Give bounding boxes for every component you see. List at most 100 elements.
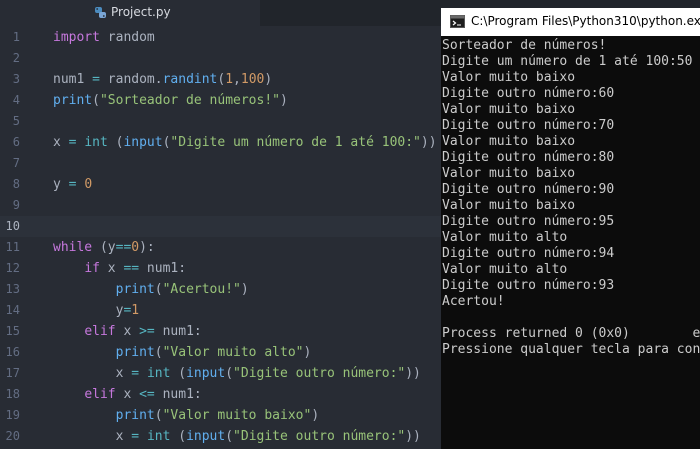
console-line: Valor muito alto <box>442 262 568 277</box>
code-token: = <box>131 366 140 381</box>
code-text: y=1 <box>53 300 140 321</box>
code-token: )) <box>420 135 437 150</box>
code-text: print("Valor muito alto") <box>53 342 312 363</box>
code-text: print("Sorteador de números!") <box>53 90 288 111</box>
code-token: = <box>131 429 140 444</box>
line-number: 12 <box>5 261 20 275</box>
code-token: , <box>233 72 241 87</box>
code-token: print <box>115 282 155 297</box>
line-number: 17 <box>5 366 20 380</box>
code-token: print <box>115 408 155 423</box>
line-number: 3 <box>12 72 20 86</box>
code-text: x = int (input("Digite outro número:")) <box>53 363 421 384</box>
code-token: 1 <box>131 303 140 318</box>
code-token: 100 <box>240 72 265 87</box>
line-number: 10 <box>5 219 20 233</box>
code-token: y <box>53 177 69 192</box>
code-token: print <box>115 345 155 360</box>
console-window-icon <box>450 15 465 28</box>
code-token: ): <box>139 240 155 255</box>
code-token: )) <box>405 366 421 381</box>
code-token: input <box>186 429 226 444</box>
code-token: print <box>53 93 93 108</box>
code-token: 0 <box>131 240 140 255</box>
code-token: x <box>115 324 140 339</box>
code-token: <= <box>139 387 155 402</box>
code-token: ( <box>170 429 187 444</box>
console-line: Valor muito alto <box>442 230 568 245</box>
code-token: 1 <box>225 72 234 87</box>
console-line: Digite outro número:60 <box>442 86 615 101</box>
code-token: input <box>186 366 226 381</box>
code-token: x <box>53 135 69 150</box>
console-window[interactable]: C:\Program Files\Python310\python.exe So… <box>441 8 700 449</box>
code-token: random. <box>99 72 163 87</box>
code-token: x <box>99 261 124 276</box>
code-token: == <box>123 261 140 276</box>
code-token: "Digite um número de 1 até 100:" <box>170 135 421 150</box>
console-line: Digite outro número:80 <box>442 150 615 165</box>
code-text: num1 = random.randint(1,100) <box>53 69 272 90</box>
code-text: while (y==0): <box>53 237 155 258</box>
code-text: print("Acertou!") <box>53 279 249 300</box>
console-line: Valor muito baixo <box>442 134 576 149</box>
code-token: (y <box>92 240 116 255</box>
python-file-icon <box>95 7 106 18</box>
line-number: 20 <box>5 429 20 443</box>
line-number: 18 <box>5 387 20 401</box>
code-token: import <box>53 30 100 45</box>
line-number: 13 <box>5 282 20 296</box>
console-line: Digite outro número:94 <box>442 246 615 261</box>
code-text: elif x <= num1: <box>53 384 202 405</box>
code-token: int <box>146 429 171 444</box>
code-token: random <box>99 30 155 45</box>
code-token: int <box>146 366 171 381</box>
line-number: 11 <box>5 240 20 254</box>
code-token: input <box>123 135 163 150</box>
code-token: if <box>84 261 100 276</box>
code-token: num1 <box>53 72 93 87</box>
line-number: 9 <box>12 198 20 212</box>
code-text: if x == num1: <box>53 258 186 279</box>
code-token: num1: <box>154 387 202 402</box>
code-token: = <box>92 72 100 87</box>
code-token: 0 <box>84 177 93 192</box>
console-line: Pressione qualquer tecla para con <box>442 342 700 357</box>
code-token: int <box>84 135 108 150</box>
console-line: Process returned 0 (0x0) e <box>442 326 700 341</box>
console-line: Acertou! <box>442 294 505 309</box>
code-token: ( <box>170 366 187 381</box>
console-output: Sorteador de números! Digite um número de… <box>442 38 700 358</box>
line-number: 8 <box>12 177 20 191</box>
console-line: Sorteador de números! <box>442 38 607 53</box>
code-token: ) <box>240 282 249 297</box>
line-number: 4 <box>12 93 20 107</box>
code-text: x = int (input("Digite outro número:")) <box>53 426 421 447</box>
console-title-bar[interactable]: C:\Program Files\Python310\python.exe <box>441 8 700 36</box>
console-line: Digite outro número:90 <box>442 182 615 197</box>
code-token: ) <box>264 72 273 87</box>
code-text: elif x >= num1: <box>53 321 201 342</box>
line-number: 16 <box>5 345 20 359</box>
code-token: x <box>53 429 132 444</box>
code-token: "Valor muito alto" <box>162 345 304 360</box>
tab-project-py[interactable]: Project.py <box>0 0 260 26</box>
code-token: ) <box>279 93 288 108</box>
code-token: ( <box>225 366 234 381</box>
line-number: 1 <box>12 30 20 44</box>
code-token: y <box>53 303 124 318</box>
code-token: ) <box>303 345 312 360</box>
code-text: print("Valor muito baixo") <box>53 405 320 426</box>
code-token: "Acertou!" <box>162 282 241 297</box>
code-token: elif <box>84 324 116 339</box>
console-line: Digite outro número:93 <box>442 278 615 293</box>
line-number: 5 <box>12 114 20 128</box>
console-line: Digite um número de 1 até 100:50 <box>442 54 693 69</box>
